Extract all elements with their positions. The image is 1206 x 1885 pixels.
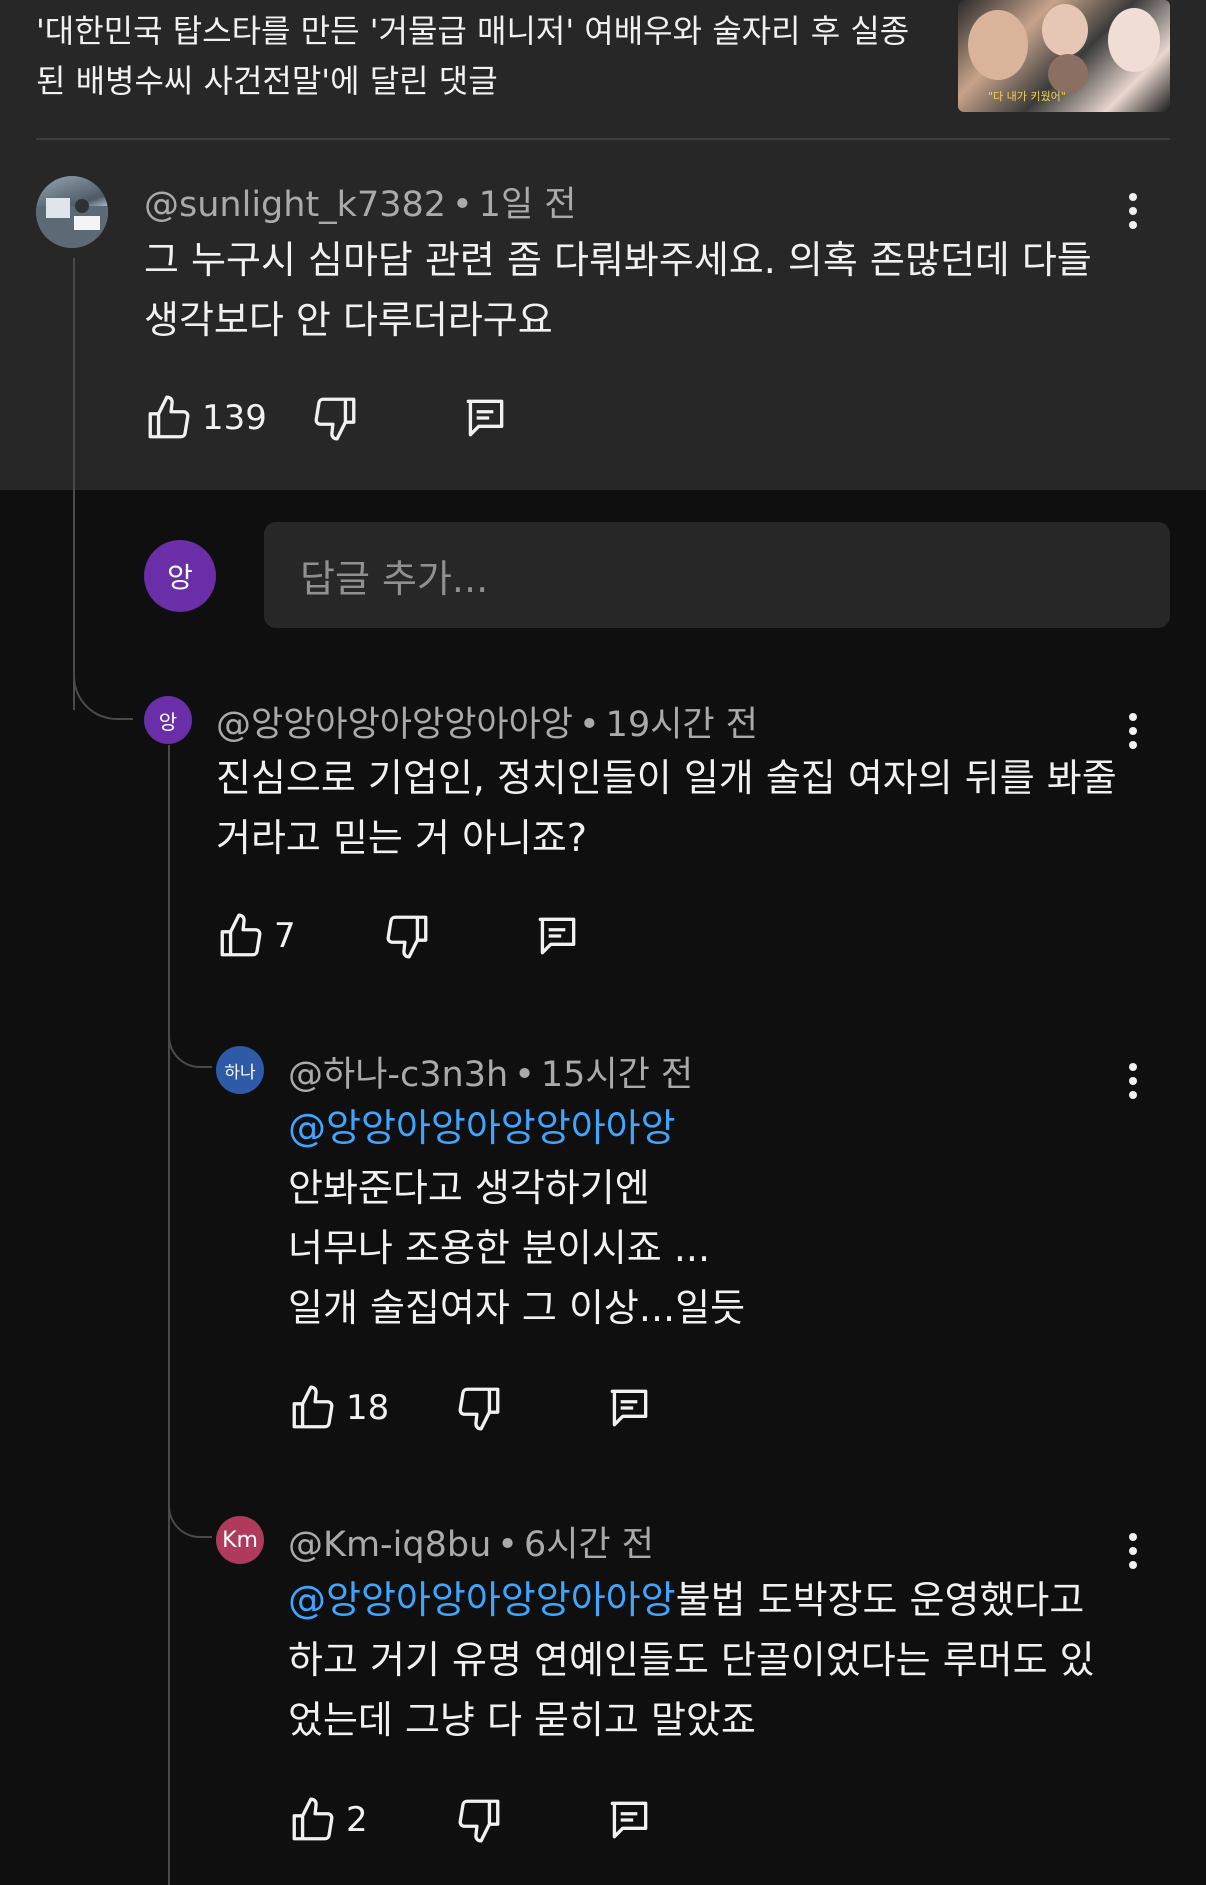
comment-icon xyxy=(466,399,504,437)
thread-line xyxy=(168,745,170,1885)
dislike-button[interactable] xyxy=(382,906,432,966)
more-options-button[interactable] xyxy=(1118,186,1148,236)
like-button[interactable]: 139 xyxy=(144,388,267,448)
thumbs-up-icon xyxy=(220,913,262,957)
more-vert-icon xyxy=(1129,713,1137,721)
like-count: 7 xyxy=(274,916,296,956)
like-button[interactable]: 2 xyxy=(288,1790,368,1850)
avatar[interactable]: 앙 xyxy=(144,696,192,744)
video-title[interactable]: '대한민국 탑스타를 만든 '거물급 매니저' 여배우와 술자리 후 실종된 배… xyxy=(36,6,936,106)
comment-actions: 2 xyxy=(288,1790,688,1850)
comment-text: @앙앙아앙아앙앙아아앙 안봐준다고 생각하기엔 너무나 조용한 분이시죠 ...… xyxy=(288,1098,1128,1338)
comment-meta: @앙앙아앙아앙앙아아앙 • 19시간 전 xyxy=(216,696,758,747)
video-header[interactable]: '대한민국 탑스타를 만든 '거물급 매니저' 여배우와 술자리 후 실종된 배… xyxy=(36,0,1170,140)
comment-icon xyxy=(610,1389,648,1427)
comment-actions: 139 xyxy=(144,388,544,448)
video-thumbnail[interactable]: "다 내가 키웠어" xyxy=(958,0,1170,112)
thumbs-down-icon xyxy=(314,397,356,441)
more-options-button[interactable] xyxy=(1118,1526,1148,1576)
thumbs-down-icon xyxy=(386,915,428,959)
avatar-photo-icon xyxy=(36,198,108,248)
avatar[interactable] xyxy=(36,176,108,248)
user-mention[interactable]: @앙앙아앙아앙앙아아앙 xyxy=(288,1578,676,1622)
more-vert-icon-dot xyxy=(1129,207,1137,215)
comment-text: 진심으로 기업인, 정치인들이 일개 술집 여자의 뒤를 봐줄거라고 믿는 거 … xyxy=(216,756,1117,860)
comment-meta: @Km-iq8bu • 6시간 전 xyxy=(288,1516,654,1567)
thread-line xyxy=(73,258,75,710)
more-vert-icon xyxy=(1129,1063,1137,1071)
separator-dot: • xyxy=(514,1055,535,1095)
thread-connector xyxy=(168,1020,212,1068)
reply-button[interactable] xyxy=(604,1378,654,1438)
comment-time[interactable]: 15시간 전 xyxy=(541,1055,693,1095)
reply-button[interactable] xyxy=(532,906,582,966)
thumbs-up-icon xyxy=(292,1797,334,1841)
more-vert-icon-dot xyxy=(1129,1077,1137,1085)
thumbs-up-icon xyxy=(148,395,190,439)
thumbs-down-icon xyxy=(458,1799,500,1843)
reply-button[interactable] xyxy=(604,1790,654,1850)
like-count: 139 xyxy=(202,398,267,438)
separator-dot: • xyxy=(452,185,473,225)
comment-author[interactable]: @앙앙아앙아앙앙아아앙 xyxy=(216,705,573,745)
separator-dot: • xyxy=(497,1525,518,1565)
like-count: 18 xyxy=(346,1388,390,1428)
like-count: 2 xyxy=(346,1800,368,1840)
comment-line: 일개 술집여자 그 이상...일듯 xyxy=(288,1286,746,1330)
comment-meta: @sunlight_k7382 • 1일 전 xyxy=(144,176,576,227)
avatar[interactable]: Km xyxy=(216,1516,264,1564)
comment-meta: @하나-c3n3h • 15시간 전 xyxy=(288,1046,693,1097)
avatar[interactable]: 앙 xyxy=(144,540,216,612)
like-button[interactable]: 18 xyxy=(288,1378,389,1438)
more-vert-icon-dot xyxy=(1129,1091,1137,1099)
thread-connector xyxy=(73,660,133,720)
comment-time[interactable]: 1일 전 xyxy=(479,185,577,225)
comment-author[interactable]: @하나-c3n3h xyxy=(288,1055,508,1095)
comment-icon xyxy=(610,1801,648,1839)
more-vert-icon-dot xyxy=(1129,727,1137,735)
comment-time[interactable]: 19시간 전 xyxy=(606,705,758,745)
reply-button[interactable] xyxy=(460,388,510,448)
more-vert-icon-dot xyxy=(1129,1561,1137,1569)
dislike-button[interactable] xyxy=(310,388,360,448)
comment-text: 그 누구시 심마담 관련 좀 다뤄봐주세요. 의혹 존많던데 다들 생각보다 안… xyxy=(144,238,1092,342)
more-vert-icon xyxy=(1129,193,1137,201)
like-button[interactable]: 7 xyxy=(216,906,296,966)
separator-dot: • xyxy=(579,705,600,745)
dislike-button[interactable] xyxy=(454,1790,504,1850)
more-vert-icon-dot xyxy=(1129,741,1137,749)
more-vert-icon-dot xyxy=(1129,1547,1137,1555)
reply-input[interactable]: 답글 추가... xyxy=(264,522,1170,628)
comment-text: @앙앙아앙아앙앙아아앙불법 도박장도 운영했다고 하고 거기 유명 연예인들도 … xyxy=(288,1570,1128,1750)
comment-actions: 18 xyxy=(288,1378,688,1438)
comment-time[interactable]: 6시간 전 xyxy=(524,1525,654,1565)
comment-author[interactable]: @Km-iq8bu xyxy=(288,1525,491,1565)
thumbnail-caption: "다 내가 키웠어" xyxy=(988,90,1066,103)
dislike-button[interactable] xyxy=(454,1378,504,1438)
comment-icon xyxy=(538,917,576,955)
reply-placeholder: 답글 추가... xyxy=(300,557,489,601)
thread-connector xyxy=(168,1490,212,1538)
user-mention[interactable]: @앙앙아앙아앙앙아아앙 xyxy=(288,1098,1128,1158)
avatar[interactable]: 하나 xyxy=(216,1046,264,1094)
comment-actions: 7 xyxy=(216,906,616,966)
more-vert-icon xyxy=(1129,1533,1137,1541)
comment-author[interactable]: @sunlight_k7382 xyxy=(144,185,446,225)
comment-line: 안봐준다고 생각하기엔 xyxy=(288,1166,650,1210)
comment-line: 너무나 조용한 분이시죠 ... xyxy=(288,1226,711,1270)
more-vert-icon-dot xyxy=(1129,221,1137,229)
thumbs-up-icon xyxy=(292,1385,334,1429)
thumbs-down-icon xyxy=(458,1387,500,1431)
